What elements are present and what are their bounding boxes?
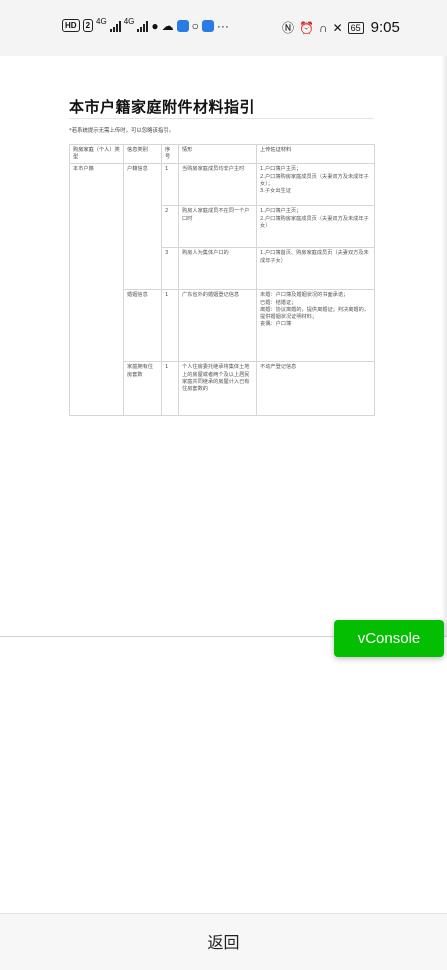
headset-icon: ∩: [318, 20, 328, 35]
cell-seq: 1: [161, 163, 179, 207]
bottom-bar: 返回: [0, 913, 447, 970]
network-type-1: 4G: [96, 17, 107, 26]
material-line: 已婚：结婚证；: [260, 299, 297, 306]
cell-materials: 1.户口簿首页、购房家庭成员页（夫妻双方及未成年子女）: [256, 247, 375, 291]
cell-info-category: 婚姻信息: [123, 289, 162, 363]
clock: 9:05: [370, 19, 400, 36]
title-divider: [69, 118, 374, 119]
cell-situation: 当购房家庭成员均非户主时: [178, 163, 257, 207]
material-line: 3.子女出生证: [260, 188, 291, 195]
material-line: 丧偶：户口簿: [260, 321, 292, 328]
cell-seq: 1: [161, 361, 179, 417]
materials-table: 购房家庭（个人）类型 信息类别 序号 情形 上传佐证材料 本市户籍 户籍信息 1…: [69, 143, 375, 417]
material-line: 2.户口簿购房家庭成员页（夫妻双方及未成年子女）: [260, 215, 369, 229]
cell-materials: 1.户口簿户主页； 2.户口簿购房家庭成员页（夫妻双方及未成年子女）； 3.子女…: [256, 163, 375, 207]
status-right: Ⓝ ⏰ ∩ ✕ 65 9:05: [282, 19, 400, 36]
cloud-icon: ○: [191, 18, 199, 33]
alarm-icon: ⏰: [299, 20, 314, 35]
cell-household-type: 本市户籍: [69, 163, 124, 417]
cell-materials: 不动产登记信息: [256, 361, 375, 417]
cell-situation: 广东省外的婚姻登记信息: [178, 289, 257, 363]
cell-seq: 1: [161, 289, 179, 363]
wechat-icon: ●: [151, 18, 159, 33]
hd-badge: HD: [62, 19, 80, 32]
document-title: 本市户籍家庭附件材料指引: [69, 98, 256, 116]
more-icon: ···: [216, 18, 229, 33]
cell-info-category: 家庭拥有住房套数: [123, 361, 162, 417]
table-header-row: 购房家庭（个人）类型 信息类别 序号 情形 上传佐证材料: [69, 143, 375, 165]
material-line: 2.户口簿购房家庭成员页（夫妻双方及未成年子女）；: [260, 173, 369, 187]
header-seq: 序号: [161, 143, 179, 165]
cell-info-category: 户籍信息: [123, 163, 162, 291]
cell-situation: 购房人家庭成员不在同一个户口时: [178, 205, 257, 249]
cell-materials: 1.户口簿户主页； 2.户口簿购房家庭成员页（夫妻双方及未成年子女）: [256, 205, 375, 249]
app-blue-icon: [201, 19, 214, 32]
material-line: 不动产登记信息: [260, 364, 297, 371]
material-line: 未婚：户口簿及婚姻状况的书面承诺；: [260, 292, 349, 299]
document-viewer[interactable]: 本市户籍家庭附件材料指引 *若系统提示无需上传时，可以忽略该指引。 购房家庭（个…: [0, 56, 447, 637]
header-household-type: 购房家庭（个人）类型: [69, 143, 124, 165]
mute-icon: ✕: [332, 20, 343, 35]
app-icon: [176, 19, 189, 32]
signal-icon: [109, 20, 121, 32]
table-row: 本市户籍 户籍信息 1 当购房家庭成员均非户主时 1.户口簿户主页； 2.户口簿…: [69, 163, 375, 417]
signal-icon: [137, 20, 149, 32]
vconsole-button[interactable]: vConsole: [334, 620, 444, 657]
battery-icon: 65: [347, 21, 364, 34]
header-info-category: 信息类别: [123, 143, 162, 165]
sim-badge: 2: [82, 19, 94, 32]
status-bar: HD 2 4G 4G ● ☁ ○ ··· Ⓝ ⏰ ∩ ✕ 65 9:05: [0, 0, 447, 56]
material-line: 离婚：协议离婚的，提供离婚证；判决离婚的，提供婚姻状况证明材料；: [260, 306, 369, 321]
document-note: *若系统提示无需上传时，可以忽略该指引。: [69, 128, 175, 134]
cell-seq: 3: [161, 247, 179, 291]
material-line: 1.户口簿首页、购房家庭成员页（夫妻双方及未成年子女）: [260, 250, 369, 264]
page-edge: [441, 56, 447, 636]
back-button[interactable]: 返回: [207, 929, 239, 953]
network-type-2: 4G: [123, 17, 135, 26]
material-line: 1.户口簿户主页；: [260, 208, 302, 215]
header-situation: 情形: [178, 143, 257, 165]
cell-situation: 个人住房委托继承将集体土地上的房屋或者两个及以上居民家庭共同继承的房屋计入已有住…: [178, 361, 257, 417]
material-line: 1.户口簿户主页；: [260, 166, 302, 173]
cell-materials: 未婚：户口簿及婚姻状况的书面承诺； 已婚：结婚证； 离婚：协议离婚的，提供离婚证…: [256, 289, 375, 363]
cell-seq: 2: [161, 205, 179, 249]
header-materials: 上传佐证材料: [256, 143, 375, 165]
status-left: HD 2 4G 4G ● ☁ ○ ···: [62, 17, 229, 33]
weather-icon: ☁: [161, 18, 174, 33]
cell-situation: 购房人为集体户口的: [178, 247, 257, 291]
nfc-icon: Ⓝ: [282, 20, 295, 35]
